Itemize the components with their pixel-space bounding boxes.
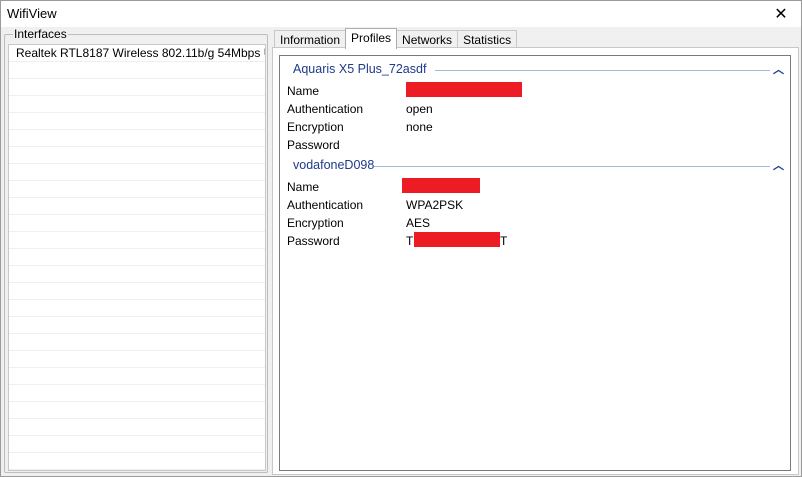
title-bar: WifiView ✕ — [1, 1, 801, 27]
prop-value-authentication: WPA2PSK — [406, 198, 464, 212]
prop-label-encryption: Encryption — [287, 216, 344, 230]
redacted-value — [414, 232, 500, 247]
profiles-list: Aquaris X5 Plus_72asdf ︿ Name Authentica… — [279, 55, 791, 471]
empty-list-row — [9, 198, 265, 215]
redacted-value — [402, 178, 480, 193]
empty-list-row — [9, 113, 265, 130]
empty-list-row — [9, 300, 265, 317]
redacted-value — [406, 82, 522, 97]
empty-list-row — [9, 283, 265, 300]
empty-list-row — [9, 385, 265, 402]
tab-label: Networks — [402, 33, 453, 47]
empty-list-row — [9, 62, 265, 79]
empty-list-row — [9, 249, 265, 266]
empty-list-row — [9, 419, 265, 436]
chevron-up-icon[interactable]: ︿ — [773, 157, 784, 173]
empty-list-row — [9, 402, 265, 419]
empty-list-row — [9, 164, 265, 181]
empty-list-row — [9, 317, 265, 334]
empty-list-row — [9, 334, 265, 351]
empty-list-row — [9, 368, 265, 385]
tab-label: Statistics — [463, 33, 512, 47]
empty-list-row — [9, 266, 265, 283]
profiles-panel: Aquaris X5 Plus_72asdf ︿ Name Authentica… — [272, 47, 799, 475]
interfaces-group: Interfaces Realtek RTL8187 Wireless 802.… — [4, 27, 268, 473]
empty-list-row — [9, 147, 265, 164]
empty-list-row — [9, 79, 265, 96]
interfaces-legend: Interfaces — [13, 27, 68, 41]
empty-list-row — [9, 232, 265, 249]
profile-group-header[interactable]: vodafoneD098 ︿ — [280, 158, 790, 174]
chevron-up-icon[interactable]: ︿ — [773, 61, 784, 77]
tab-label: Information — [280, 33, 341, 47]
prop-value-authentication: open — [406, 102, 433, 116]
tab-strip: Information Profiles Networks Statistics — [274, 28, 518, 49]
interfaces-list[interactable]: Realtek RTL8187 Wireless 802.11b/g 54Mbp… — [8, 44, 266, 471]
close-button[interactable]: ✕ — [761, 1, 801, 27]
tab-profiles[interactable]: Profiles — [345, 28, 398, 49]
prop-label-password: Password — [287, 234, 340, 248]
password-suffix: T — [500, 234, 508, 248]
prop-label-name: Name — [287, 180, 320, 194]
profile-group-header[interactable]: Aquaris X5 Plus_72asdf ︿ — [280, 62, 790, 78]
empty-list-row — [9, 181, 265, 198]
empty-list-row — [9, 453, 265, 470]
empty-list-row — [9, 436, 265, 453]
prop-label-name: Name — [287, 84, 320, 98]
prop-label-authentication: Authentication — [287, 102, 364, 116]
empty-list-row — [9, 215, 265, 232]
close-icon: ✕ — [774, 6, 788, 23]
password-prefix: T — [406, 234, 414, 248]
prop-label-authentication: Authentication — [287, 198, 364, 212]
empty-list-row — [9, 351, 265, 368]
prop-value-encryption: AES — [406, 216, 431, 230]
prop-label-encryption: Encryption — [287, 120, 344, 134]
group-divider — [374, 166, 770, 167]
profile-name: Aquaris X5 Plus_72asdf — [293, 62, 431, 76]
profile-name: vodafoneD098 — [293, 158, 379, 172]
tab-label: Profiles — [351, 31, 392, 45]
prop-label-password: Password — [287, 138, 340, 152]
interface-item[interactable]: Realtek RTL8187 Wireless 802.11b/g 54Mbp… — [9, 45, 265, 62]
window-title: WifiView — [7, 6, 57, 21]
app-window: WifiView ✕ Interfaces Realtek RTL8187 Wi… — [0, 0, 802, 477]
prop-value-encryption: none — [406, 120, 433, 134]
interface-item-label: Realtek RTL8187 Wireless 802.11b/g 54Mbp… — [16, 46, 265, 60]
group-divider — [435, 70, 770, 71]
empty-list-row — [9, 130, 265, 147]
empty-list-row — [9, 96, 265, 113]
